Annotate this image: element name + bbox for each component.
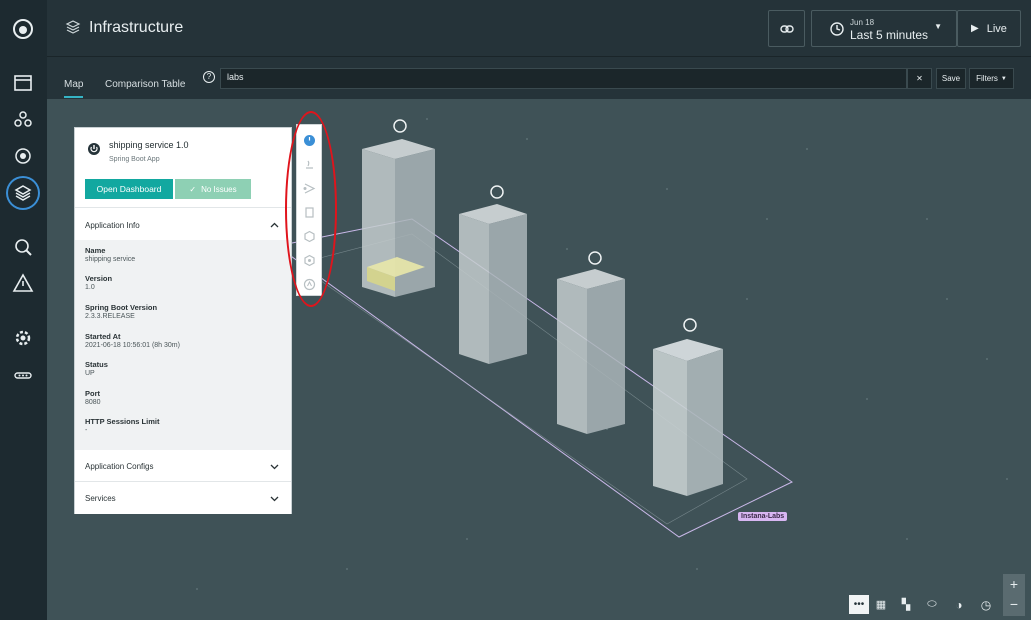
infrastructure-icon[interactable] [8, 178, 38, 208]
time-range-label: Last 5 minutes [850, 28, 929, 42]
filters-button[interactable]: Filters ▼ [969, 68, 1014, 89]
zoom-in-button[interactable]: + [1003, 574, 1025, 595]
field-key: Port [85, 389, 100, 398]
chevron-down-icon: ▼ [934, 22, 942, 31]
entity-detail-panel: shipping service 1.0 Spring Boot App Ope… [74, 127, 292, 514]
chevron-down-icon [270, 464, 279, 470]
field-value: 2.3.3.RELEASE [85, 313, 135, 320]
search-input[interactable]: labs [220, 68, 907, 89]
field-value: shipping service [85, 256, 136, 263]
instana-logo-icon[interactable] [8, 14, 38, 44]
page-title: Infrastructure [89, 19, 184, 36]
field-key: Spring Boot Version [85, 303, 158, 312]
clock-icon [830, 22, 844, 36]
panel-title: shipping service 1.0 [109, 140, 189, 150]
panel-subtitle: Spring Boot App [109, 156, 160, 163]
filters-label: Filters [976, 74, 998, 83]
websites-icon[interactable] [8, 68, 38, 98]
panel-header: shipping service 1.0 Spring Boot App Ope… [75, 128, 291, 208]
tag-icon[interactable]: ⬭ [922, 595, 942, 614]
more-options-icon[interactable]: ••• [849, 595, 869, 614]
link-icon [779, 24, 794, 33]
save-button[interactable]: Save [936, 68, 966, 89]
clear-search-button[interactable]: ✕ [907, 68, 932, 89]
layers-icon [65, 20, 81, 34]
more-icon[interactable] [8, 360, 38, 390]
platforms-icon[interactable] [8, 141, 38, 171]
checkmark-icon: ✓ [189, 184, 197, 194]
no-issues-label: No Issues [201, 184, 237, 194]
zoom-out-button[interactable]: − [1003, 595, 1025, 616]
field-key: Status [85, 360, 108, 369]
tab-comparison-table[interactable]: Comparison Table [105, 79, 185, 90]
page-header: Infrastructure Jun 18 Last 5 minutes ▼ ▶… [47, 0, 1031, 57]
caret-down-icon: ▼ [1000, 75, 1007, 82]
time-date: Jun 18 [850, 18, 875, 27]
copy-link-button[interactable] [768, 10, 805, 47]
host-tower[interactable] [653, 339, 723, 496]
section-title: Services [85, 494, 116, 503]
field-key: Started At [85, 332, 121, 341]
time-range-picker[interactable]: Jun 18 Last 5 minutes ▼ [811, 10, 957, 47]
field-key: Version [85, 274, 113, 283]
events-warning-icon[interactable] [8, 268, 38, 298]
section-services[interactable]: Services [75, 482, 291, 514]
help-icon[interactable]: ? [203, 71, 215, 83]
layout-icon[interactable]: ▚ [896, 595, 916, 614]
map-toolbar: Map Comparison Table ? labs ✕ Save Filte… [47, 57, 1031, 99]
no-issues-button[interactable]: ✓ No Issues [175, 179, 251, 199]
settings-gear-icon[interactable] [8, 323, 38, 353]
field-value: 8080 [85, 399, 101, 406]
applications-icon[interactable] [8, 104, 38, 134]
close-icon: ✕ [916, 74, 923, 83]
zone-label[interactable]: Instana-Labs [738, 512, 788, 521]
application-info-body: Name shipping service Version 1.0 Spring… [75, 240, 291, 450]
host-tower[interactable] [557, 269, 625, 434]
field-value: - [85, 427, 88, 434]
analytics-icon[interactable] [8, 232, 38, 262]
tab-map[interactable]: Map [64, 79, 84, 98]
field-key: Name [85, 246, 106, 255]
open-dashboard-button[interactable]: Open Dashboard [85, 179, 173, 199]
field-value: UP [85, 370, 95, 377]
field-value: 1.0 [85, 284, 95, 291]
chevron-down-icon [270, 496, 279, 502]
section-application-configs[interactable]: Application Configs [75, 450, 291, 482]
section-application-info[interactable]: Application Info [75, 209, 291, 241]
host-tower[interactable] [459, 204, 527, 364]
contrast-icon[interactable]: ◑ [949, 595, 969, 614]
live-label: Live [986, 22, 1007, 35]
highlight-annotation [285, 111, 337, 307]
section-title: Application Info [85, 221, 140, 230]
section-title: Application Configs [85, 462, 154, 471]
grid-view-icon[interactable]: ▦ [871, 595, 891, 614]
host-tower[interactable] [362, 139, 435, 297]
field-key: HTTP Sessions Limit [85, 417, 160, 426]
zoom-controls: + − [1003, 574, 1025, 616]
spring-boot-power-icon [88, 143, 100, 155]
field-value: 2021-06-18 10:56:01 (8h 30m) [85, 342, 180, 349]
history-clock-icon[interactable]: ◷ [976, 595, 996, 614]
live-button[interactable]: ▶ Live [957, 10, 1021, 47]
play-icon: ▶ [971, 23, 979, 34]
left-navigation [0, 0, 47, 620]
chevron-up-icon [270, 222, 279, 228]
